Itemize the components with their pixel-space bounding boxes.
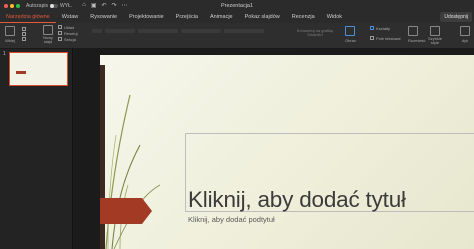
window-controls [4,3,20,8]
new-slide-label: Nowy slajd [42,35,53,44]
title-placeholder-text: Kliknij, aby dodać tytuł [188,187,406,212]
font-tools-disabled [92,29,264,33]
picture-button[interactable]: Obraz [345,26,356,43]
quick-access-toolbar: ⌂ ▣ ↶ ↷ ⋯ [82,2,127,9]
slide[interactable]: Kliknij, aby dodać tytuł Kliknij, aby do… [100,55,474,249]
minimize-window-button[interactable] [10,3,14,8]
shapes-icon [370,26,374,30]
title-bar: Autozapis WYŁ. ⌂ ▣ ↶ ↷ ⋯ Prezentacja1 [0,0,474,11]
copy-icon[interactable] [22,32,26,36]
textbox-label: Pole tekstowe [376,35,401,41]
paste-group[interactable]: Wklej [5,26,15,43]
slide-editing-canvas: Kliknij, aby dodać tytuł Kliknij, aby do… [74,49,474,249]
tab-slide-show[interactable]: Pokaz slajdów [239,11,286,23]
close-window-button[interactable] [4,3,8,8]
ribbon-toolbar: Wklej Nowy slajd Układ Resetuj Sekcja Ko… [0,23,474,49]
clipboard-icon [5,26,15,36]
font-size-field[interactable] [105,29,135,33]
shapes-button[interactable]: Kształty [370,25,401,31]
powerpoint-window: Autozapis WYŁ. ⌂ ▣ ↶ ↷ ⋯ Prezentacja1 Na… [0,0,474,249]
convert-smartart-label: Konwertuj na grafikę SmartArt [296,28,334,37]
tab-transitions[interactable]: Przejścia [170,11,204,23]
format-painter-icon[interactable] [22,37,26,41]
shapes-label: Kształty [376,25,391,31]
slide-thumbnail[interactable] [9,52,68,86]
layout-label: Układ [64,24,75,30]
tab-view[interactable]: Widok [321,11,348,23]
tab-home[interactable]: Narzędzia główne [0,11,56,23]
arrange-button[interactable]: Rozmieść [408,26,426,43]
more-tools-button[interactable]: dyk [460,26,470,43]
title-placeholder[interactable]: Kliknij, aby dodać tytuł [185,133,474,212]
textbox-button[interactable]: Pole tekstowe [370,35,401,41]
section-button[interactable]: Sekcja [58,36,78,42]
zoom-window-button[interactable] [16,3,20,8]
dictate-icon [460,26,470,36]
clipboard-small-tools [22,27,26,41]
arrange-icon [408,26,418,36]
slide-number: 1 [3,51,6,57]
title-arrow-shape [100,198,152,224]
arrange-label: Rozmieść [408,38,426,43]
paragraph-buttons[interactable] [181,29,221,33]
more-icon[interactable]: ⋯ [122,2,128,9]
cut-icon[interactable] [22,27,26,31]
picture-icon [345,26,355,36]
slide-thumbnail-pane: 1 [0,49,73,249]
new-slide-group[interactable]: Nowy slajd [41,25,55,44]
tab-animations[interactable]: Animacje [204,11,239,23]
section-icon [58,37,62,41]
redo-icon[interactable]: ↷ [112,2,117,9]
tab-design[interactable]: Projektowanie [123,11,170,23]
autosave-toggle[interactable] [49,3,58,8]
quick-styles-icon [430,26,440,36]
section-label: Sekcja [64,36,77,42]
alignment-buttons[interactable] [224,29,264,33]
tab-review[interactable]: Recenzja [286,11,321,23]
save-icon[interactable]: ▣ [91,2,97,9]
tab-insert[interactable]: Wstaw [56,11,85,23]
textbox-icon [370,36,374,40]
shapes-tools: Kształty Pole tekstowe [370,25,401,41]
autosave-label: Autozapis [26,2,48,9]
undo-icon[interactable]: ↶ [102,2,107,9]
more-tools-label: dyk [461,38,469,43]
ribbon-tabs: Narzędzia główne Wstaw Rysowanie Projekt… [0,11,474,23]
share-button[interactable]: Udostępnij [440,12,472,22]
convert-smartart-button[interactable]: Konwertuj na grafikę SmartArt [290,29,340,37]
paste-label: Wklej [5,38,15,43]
new-slide-icon [43,25,53,35]
reset-icon [58,31,62,35]
tab-draw[interactable]: Rysowanie [84,11,123,23]
autosave-control[interactable]: Autozapis WYŁ. [26,3,72,9]
thumbnail-arrow-shape [16,71,26,74]
autosave-state: WYŁ. [59,2,73,9]
font-format-buttons[interactable] [138,29,178,33]
home-icon[interactable]: ⌂ [82,2,86,9]
reset-label: Resetuj [64,30,78,36]
subtitle-placeholder[interactable]: Kliknij, aby dodać podtytuł [185,213,474,249]
font-name-field[interactable] [92,29,102,33]
slide-tools: Układ Resetuj Sekcja [58,24,78,42]
picture-label: Obraz [345,38,356,43]
quick-styles-button[interactable]: Szybkie style [428,26,442,45]
layout-icon [58,25,62,29]
quick-styles-label: Szybkie style [428,36,443,45]
subtitle-placeholder-text: Kliknij, aby dodać podtytuł [188,215,275,224]
